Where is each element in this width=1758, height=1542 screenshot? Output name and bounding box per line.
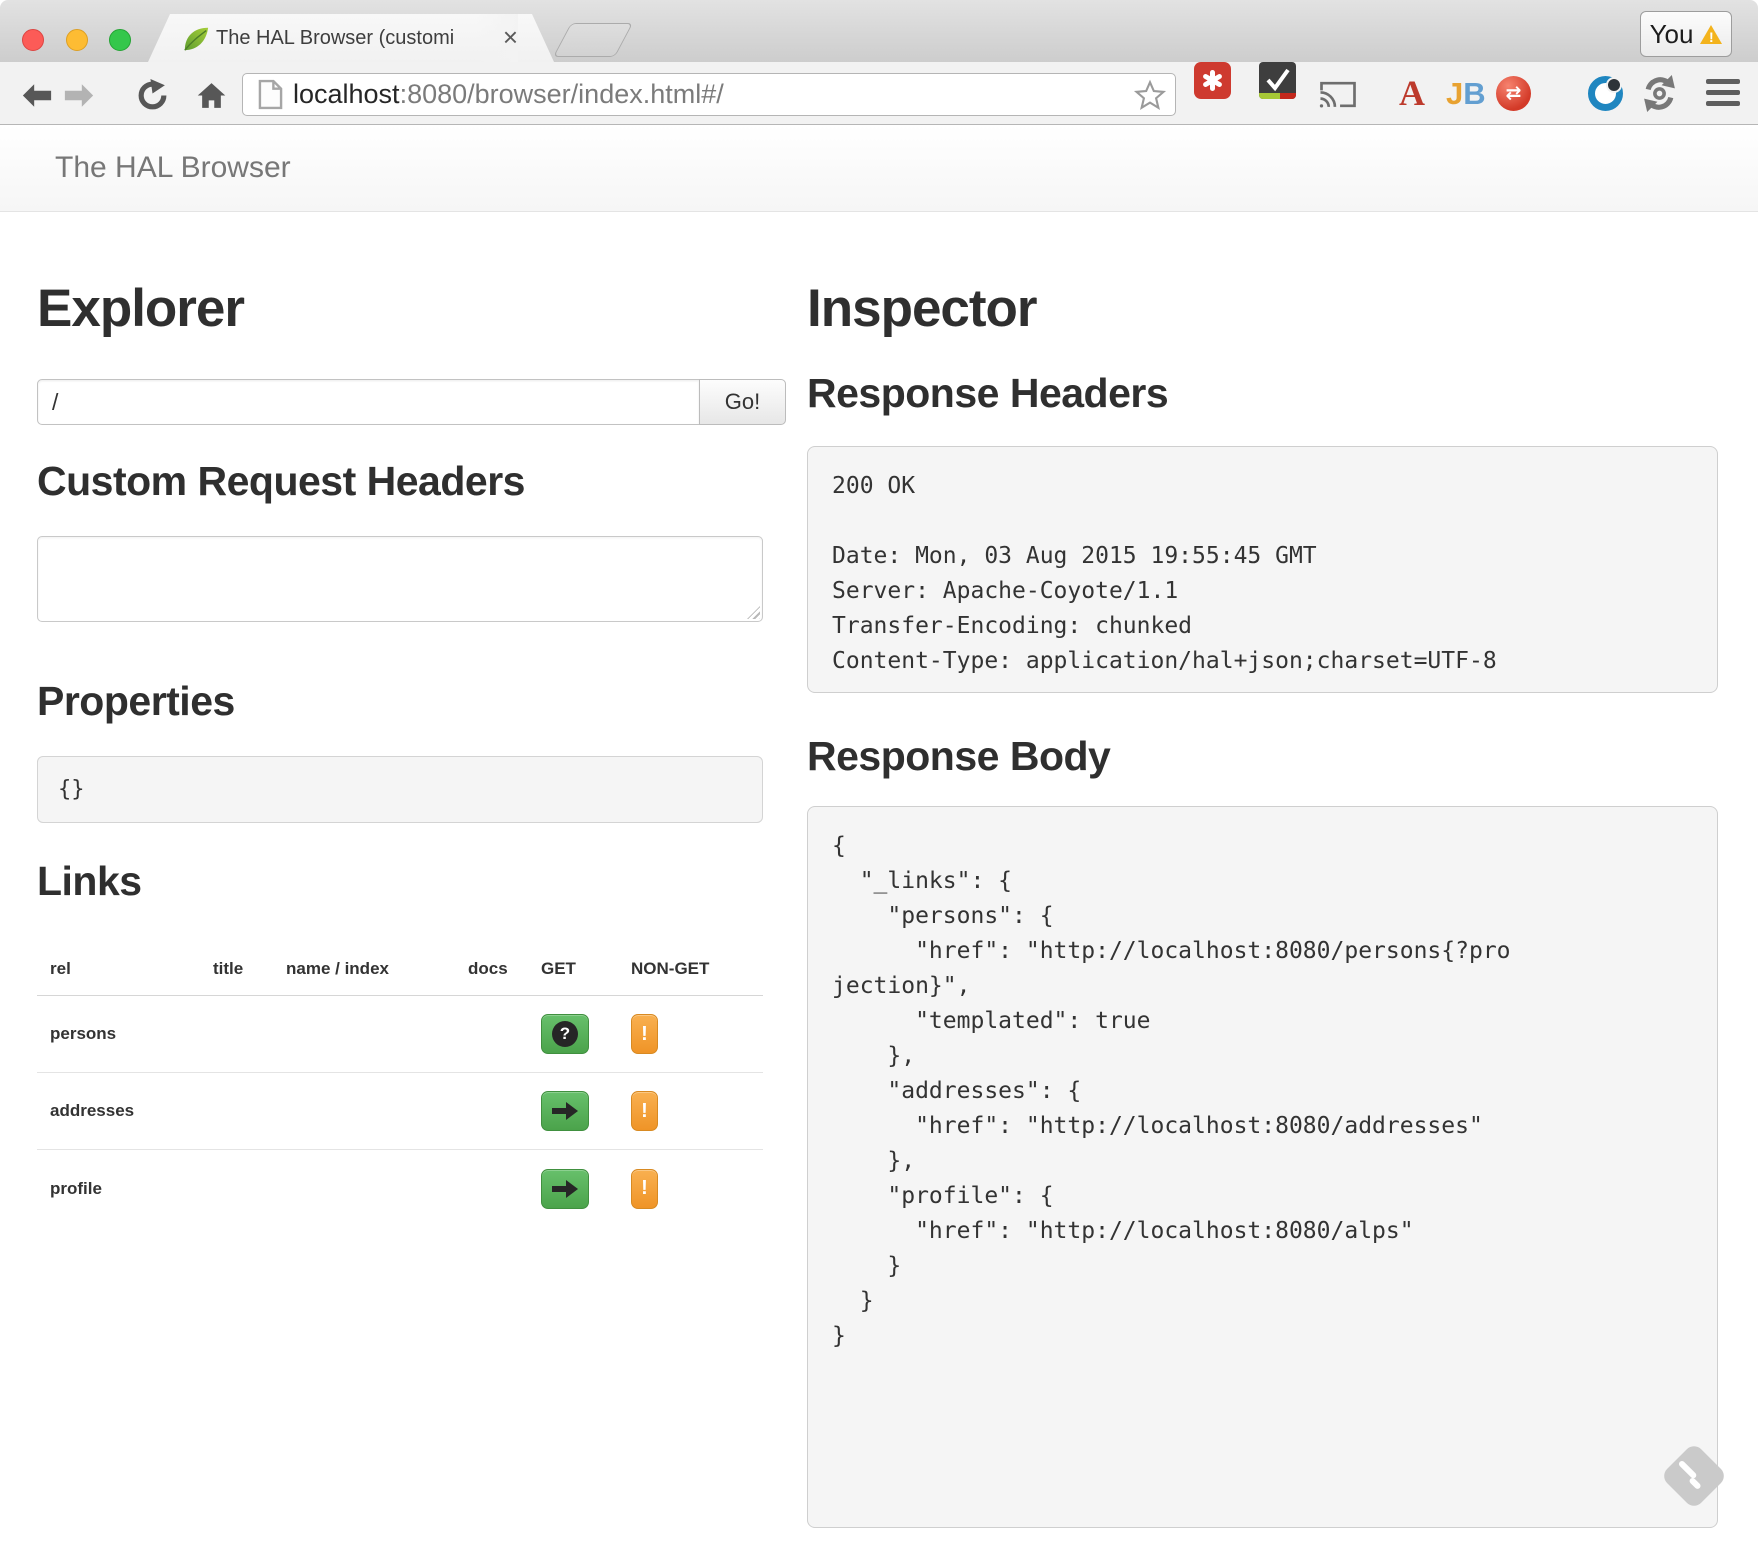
site-navbar: The HAL Browser [0, 125, 1758, 212]
lastpass-extension-icon[interactable] [1194, 62, 1231, 99]
table-row: profile! [37, 1150, 763, 1227]
session-restore-extension-icon[interactable] [1640, 74, 1679, 118]
forward-button[interactable] [60, 76, 98, 114]
col-name-index: name / index [273, 959, 455, 995]
jb-extension-icon[interactable]: JB [1446, 75, 1486, 112]
rel-cell: profile [37, 1179, 200, 1199]
exclamation-icon: ! [641, 1100, 648, 1123]
page-document-icon[interactable] [258, 79, 283, 115]
links-table: rel title name / index docs GET NON-GET … [37, 941, 763, 1227]
url-host: localhost [293, 79, 400, 109]
response-body-heading: Response Body [807, 731, 1718, 782]
properties-heading: Properties [37, 676, 787, 727]
new-tab-button[interactable] [553, 23, 633, 57]
minimize-window-button[interactable] [66, 29, 88, 51]
menu-icon[interactable] [1706, 79, 1740, 112]
response-headers-box: 200 OK Date: Mon, 03 Aug 2015 19:55:45 G… [807, 446, 1718, 693]
go-button[interactable]: Go! [699, 379, 786, 425]
non-get-button[interactable]: ! [631, 1091, 658, 1131]
checkmark-extension-icon[interactable] [1259, 62, 1296, 99]
col-rel: rel [37, 959, 200, 995]
response-headers-heading: Response Headers [807, 368, 1718, 419]
get-cell [528, 1169, 618, 1209]
browser-titlebar: The HAL Browser (customi × You [0, 0, 1758, 62]
custom-headers-heading: Custom Request Headers [37, 456, 787, 507]
tab-close-icon[interactable]: × [503, 14, 518, 62]
get-button[interactable] [541, 1169, 589, 1209]
non-get-cell: ! [618, 1014, 763, 1054]
exclamation-icon: ! [641, 1023, 648, 1046]
spring-leaf-favicon [182, 25, 210, 58]
url-path: :8080/browser/index.html#/ [400, 79, 724, 109]
address-bar[interactable]: localhost:8080/browser/index.html#/ [242, 73, 1176, 116]
reload-button[interactable] [133, 76, 171, 114]
non-get-cell: ! [618, 1169, 763, 1209]
rel-cell: addresses [37, 1101, 200, 1121]
get-button[interactable] [541, 1091, 589, 1131]
sync-extension-icon[interactable]: ⇄ [1496, 76, 1531, 111]
chromecast-extension-icon[interactable] [1317, 78, 1359, 116]
exclamation-icon: ! [641, 1177, 648, 1200]
explorer-panel: Explorer Go! Custom Request Headers Prop… [37, 212, 787, 1528]
annotate-extension-icon[interactable]: A [1399, 75, 1425, 112]
col-non-get: NON-GET [618, 959, 763, 995]
non-get-button[interactable]: ! [631, 1169, 658, 1209]
col-title: title [200, 959, 273, 995]
home-button[interactable] [192, 76, 230, 114]
close-window-button[interactable] [22, 29, 44, 51]
question-icon: ? [552, 1021, 578, 1047]
inspector-heading: Inspector [807, 278, 1718, 340]
get-button[interactable]: ? [541, 1014, 589, 1054]
browser-toolbar: localhost:8080/browser/index.html#/ A JB… [0, 62, 1758, 125]
browser-tab[interactable]: The HAL Browser (customi × [148, 14, 554, 62]
get-cell: ? [528, 1014, 618, 1054]
tab-title: The HAL Browser (customi [216, 14, 516, 62]
site-title: The HAL Browser [0, 125, 291, 211]
get-cell [528, 1091, 618, 1131]
links-table-header: rel title name / index docs GET NON-GET [37, 941, 763, 996]
col-docs: docs [455, 959, 528, 995]
warning-icon [1700, 25, 1722, 44]
path-input[interactable] [37, 379, 700, 425]
table-row: addresses! [37, 1073, 763, 1150]
profile-you-button[interactable]: You [1640, 11, 1732, 57]
inspector-panel: Inspector Response Headers 200 OK Date: … [807, 212, 1718, 1528]
arrow-icon [552, 1102, 578, 1120]
rel-cell: persons [37, 1024, 200, 1044]
explorer-heading: Explorer [37, 278, 787, 340]
non-get-button[interactable]: ! [631, 1014, 658, 1054]
col-get: GET [528, 959, 618, 995]
bookmark-star-icon[interactable] [1133, 78, 1167, 117]
response-body-box: { "_links": { "persons": { "href": "http… [807, 806, 1718, 1528]
links-heading: Links [37, 856, 787, 907]
non-get-cell: ! [618, 1091, 763, 1131]
profile-name: You [1650, 19, 1694, 50]
url-text[interactable]: localhost:8080/browser/index.html#/ [293, 74, 724, 115]
circle-extension-icon[interactable] [1588, 76, 1623, 111]
back-button[interactable] [18, 76, 56, 114]
table-row: persons?! [37, 996, 763, 1073]
maximize-window-button[interactable] [109, 29, 131, 51]
custom-headers-textarea[interactable] [37, 536, 763, 622]
properties-box: {} [37, 756, 763, 823]
arrow-icon [552, 1180, 578, 1198]
